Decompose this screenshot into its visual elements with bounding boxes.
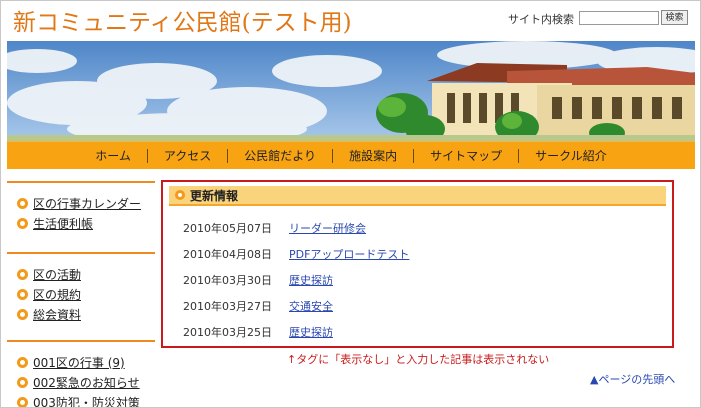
page-frame: 新コミュニティ公民館(テスト用) サイト内検索 検索 ホーム アクセス 公民館だ…	[0, 0, 701, 408]
news-link[interactable]: PDFアップロードテスト	[289, 246, 409, 262]
news-item: 2010年03月27日 交通安全	[183, 298, 409, 324]
sidebar-item-label[interactable]: 区の行事カレンダー	[33, 195, 141, 212]
nav-newsletter[interactable]: 公民館だより	[228, 147, 332, 164]
news-item: 2010年03月30日 歴史探訪	[183, 272, 409, 298]
news-heading-bar: 更新情報	[169, 186, 666, 206]
annotation-note: ↑タグに「表示なし」と入力した記事は表示されない	[287, 353, 550, 366]
news-item: 2010年03月25日 歴史探訪	[183, 324, 409, 350]
news-date: 2010年03月30日	[183, 274, 272, 287]
sidebar-item-category-safety[interactable]: 003防犯・防災対策	[17, 392, 155, 408]
nav-circles[interactable]: サークル紹介	[519, 147, 623, 164]
news-item: 2010年05月07日 リーダー研修会	[183, 220, 409, 246]
sidebar-item-activities[interactable]: 区の活動	[17, 264, 155, 284]
bullet-icon	[17, 288, 28, 300]
news-date: 2010年03月27日	[183, 300, 272, 313]
nav-facilities[interactable]: 施設案内	[333, 147, 413, 164]
sidebar-item-label[interactable]: 総会資料	[33, 306, 81, 323]
sidebar-group-2: 区の活動 区の規約 総会資料	[7, 252, 155, 338]
sidebar: 区の行事カレンダー 生活便利帳 区の活動 区の規約 総会資料 001区の行事 (…	[7, 181, 155, 408]
bullet-icon	[17, 217, 28, 229]
sidebar-item-label[interactable]: 001区の行事 (9)	[33, 354, 125, 371]
news-link[interactable]: 歴史探訪	[289, 272, 333, 288]
sidebar-item-category-emergency[interactable]: 002緊急のお知らせ	[17, 372, 155, 392]
sidebar-group-3: 001区の行事 (9) 002緊急のお知らせ 003防犯・防災対策	[7, 340, 155, 408]
news-date: 2010年04月08日	[183, 248, 272, 261]
sidebar-item-category-events[interactable]: 001区の行事 (9)	[17, 352, 155, 372]
news-date: 2010年05月07日	[183, 222, 272, 235]
news-link[interactable]: リーダー研修会	[289, 220, 366, 236]
search-label: サイト内検索	[508, 13, 574, 26]
bullet-icon	[17, 356, 28, 368]
news-item: 2010年04月08日 PDFアップロードテスト	[183, 246, 409, 272]
sidebar-group-1: 区の行事カレンダー 生活便利帳	[7, 181, 155, 247]
sidebar-item-life-guide[interactable]: 生活便利帳	[17, 213, 155, 233]
global-nav: ホーム アクセス 公民館だより 施設案内 サイトマップ サークル紹介	[7, 141, 695, 169]
news-list: 2010年05月07日 リーダー研修会 2010年04月08日 PDFアップロー…	[183, 220, 409, 350]
bullet-icon	[17, 376, 28, 388]
sidebar-item-meeting-docs[interactable]: 総会資料	[17, 304, 155, 324]
news-link[interactable]: 交通安全	[289, 298, 333, 314]
nav-access[interactable]: アクセス	[148, 147, 227, 164]
news-heading: 更新情報	[190, 188, 239, 203]
sidebar-item-label[interactable]: 区の規約	[33, 286, 81, 303]
sidebar-item-label[interactable]: 002緊急のお知らせ	[33, 374, 140, 391]
sidebar-item-label[interactable]: 生活便利帳	[33, 215, 93, 232]
news-link[interactable]: 歴史探訪	[289, 324, 333, 340]
nav-sitemap[interactable]: サイトマップ	[414, 147, 518, 164]
bullet-icon	[175, 190, 185, 200]
bullet-icon	[17, 197, 28, 209]
search-input[interactable]	[579, 11, 659, 25]
search-button[interactable]: 検索	[661, 10, 688, 25]
header-banner-image	[7, 41, 695, 141]
news-box: 更新情報 2010年05月07日 リーダー研修会 2010年04月08日 PDF…	[161, 180, 674, 348]
nav-home[interactable]: ホーム	[79, 147, 147, 164]
site-title[interactable]: 新コミュニティ公民館(テスト用)	[13, 3, 352, 37]
bullet-icon	[17, 396, 28, 407]
bullet-icon	[17, 268, 28, 280]
sidebar-item-rules[interactable]: 区の規約	[17, 284, 155, 304]
bullet-icon	[17, 308, 28, 320]
page-top-link[interactable]: ▲ページの先頭へ	[590, 371, 675, 387]
news-date: 2010年03月25日	[183, 326, 272, 339]
sidebar-item-label[interactable]: 区の活動	[33, 266, 81, 283]
sidebar-item-event-calendar[interactable]: 区の行事カレンダー	[17, 193, 155, 213]
sidebar-item-label[interactable]: 003防犯・防災対策	[33, 394, 140, 408]
banner-illustration	[7, 41, 695, 141]
